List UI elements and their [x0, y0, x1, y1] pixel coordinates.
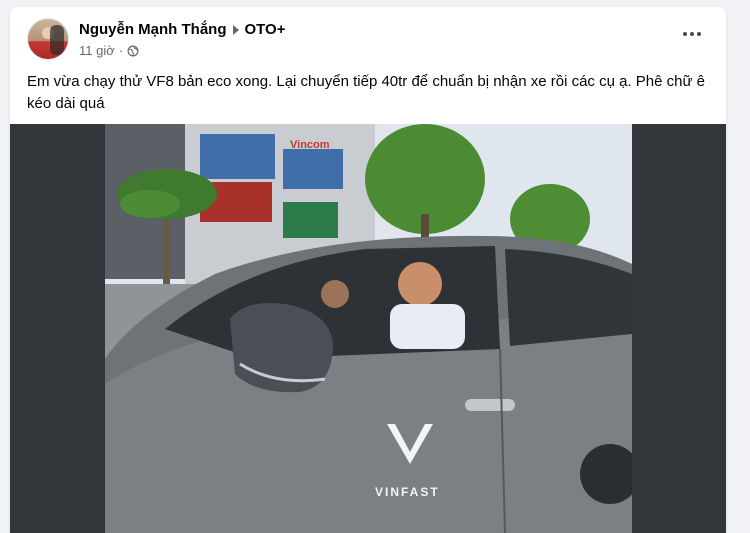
post-meta: 11 giờ ·: [79, 43, 139, 58]
menu-dot: [683, 32, 687, 36]
globe-icon: [127, 45, 139, 56]
post-time[interactable]: 11 giờ: [79, 43, 115, 58]
meta-separator: ·: [118, 43, 124, 58]
post-header: Nguyễn Mạnh Thắng OTO+ 11 giờ ·: [10, 7, 726, 67]
post-photo[interactable]: Vincom VINFAST: [105, 124, 632, 533]
menu-dot: [697, 32, 701, 36]
car-photo-illustration: Vincom VINFAST: [105, 124, 632, 533]
author-row: Nguyễn Mạnh Thắng OTO+: [79, 21, 286, 38]
photo-viewer[interactable]: Vincom VINFAST: [10, 124, 726, 533]
photo-backdrop-left: [10, 124, 105, 533]
storefront-sign: Vincom: [290, 139, 330, 151]
post-card: Nguyễn Mạnh Thắng OTO+ 11 giờ · Em vừa c…: [10, 7, 726, 533]
photo-backdrop-right: [632, 124, 726, 533]
post-text: Em vừa chạy thử VF8 bản eco xong. Lại ch…: [27, 73, 706, 112]
avatar[interactable]: [27, 18, 69, 60]
more-options-icon[interactable]: [680, 24, 704, 44]
car-logo-text: VINFAST: [375, 485, 440, 499]
author-name[interactable]: Nguyễn Mạnh Thắng: [79, 21, 227, 38]
arrow-right-icon: [232, 24, 239, 35]
menu-dot: [690, 32, 694, 36]
group-name[interactable]: OTO+: [245, 21, 286, 38]
